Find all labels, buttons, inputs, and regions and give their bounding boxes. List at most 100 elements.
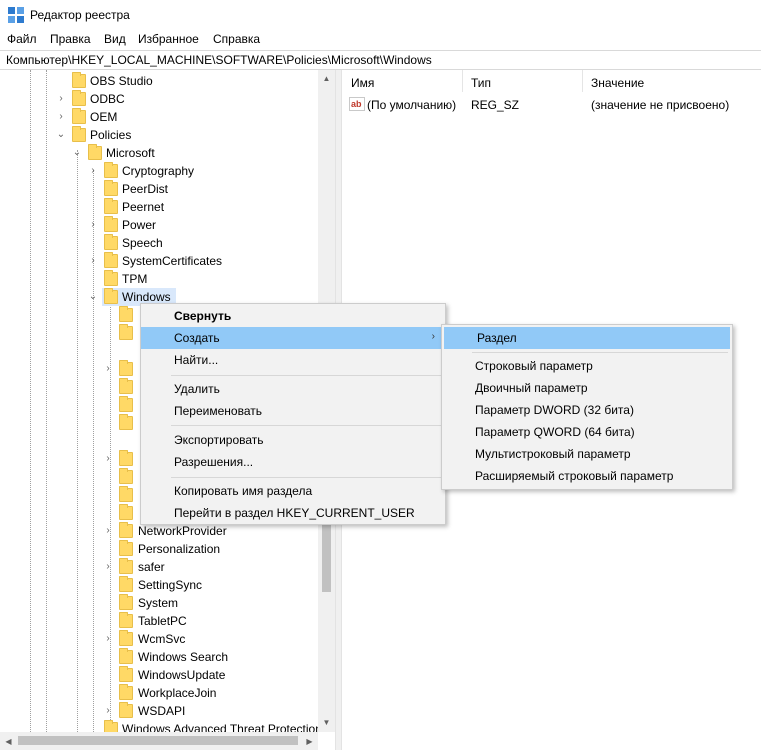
menu-item-collapse[interactable]: Свернуть <box>141 305 445 327</box>
tree-item-windowsupdate[interactable]: WindowsUpdate <box>0 666 318 684</box>
chevron-right-icon[interactable]: › <box>88 216 98 234</box>
folder-icon <box>104 180 118 196</box>
tree-item-label: NetworkProvider <box>138 524 227 538</box>
chevron-right-icon[interactable]: › <box>103 558 113 576</box>
menu-item-find[interactable]: Найти... <box>141 349 445 371</box>
menu-item-delete[interactable]: Удалить <box>141 378 445 400</box>
scroll-right-icon[interactable]: ▶ <box>301 737 318 746</box>
submenu-item-dword-value[interactable]: Параметр DWORD (32 бита) <box>442 399 732 421</box>
submenu-item-multistring-value[interactable]: Мультистроковый параметр <box>442 443 732 465</box>
scroll-down-icon[interactable]: ▼ <box>318 718 335 727</box>
folder-icon <box>119 522 133 538</box>
tree-item-oem[interactable]: › OEM <box>0 108 318 126</box>
menu-item-label: Расширяемый строковый параметр <box>475 469 674 483</box>
submenu-item-key[interactable]: Раздел <box>444 327 730 349</box>
menu-help[interactable]: Справка <box>213 32 260 46</box>
tree-item-settingsync[interactable]: SettingSync <box>0 576 318 594</box>
chevron-right-icon[interactable]: › <box>103 360 113 378</box>
tree-item-label: WorkplaceJoin <box>138 686 217 700</box>
tree-item-personalization[interactable]: Personalization <box>0 540 318 558</box>
tree-item-workplacejoin[interactable]: WorkplaceJoin <box>0 684 318 702</box>
submenu-item-expandable-string-value[interactable]: Расширяемый строковый параметр <box>442 465 732 487</box>
tree-item-windows-atp[interactable]: Windows Advanced Threat Protection <box>0 720 318 732</box>
submenu-item-string-value[interactable]: Строковый параметр <box>442 355 732 377</box>
column-header-data[interactable]: Значение <box>591 76 644 90</box>
menu-view[interactable]: Вид <box>104 32 126 46</box>
menu-file[interactable]: Файл <box>7 32 37 46</box>
tree-item-systemcertificates[interactable]: › SystemCertificates <box>0 252 318 270</box>
tree-item-windows-search[interactable]: Windows Search <box>0 648 318 666</box>
scroll-up-icon[interactable]: ▲ <box>318 74 335 83</box>
menu-item-copy-key-name[interactable]: Копировать имя раздела <box>141 480 445 502</box>
folder-icon <box>119 594 133 610</box>
submenu-item-qword-value[interactable]: Параметр QWORD (64 бита) <box>442 421 732 443</box>
menu-item-goto-hkcu[interactable]: Перейти в раздел HKEY_CURRENT_USER <box>141 502 445 524</box>
folder-icon <box>104 720 118 732</box>
folder-icon <box>119 378 133 394</box>
menu-separator <box>171 477 441 478</box>
column-header-type[interactable]: Тип <box>471 76 491 90</box>
tree-horizontal-scroll-thumb[interactable] <box>18 736 298 745</box>
tree-item-tabletpc[interactable]: TabletPC <box>0 612 318 630</box>
folder-icon <box>72 108 86 124</box>
folder-icon <box>72 72 86 88</box>
tree-item-label: WSDAPI <box>138 704 186 718</box>
menu-item-export[interactable]: Экспортировать <box>141 429 445 451</box>
tree-item-wsdapi[interactable]: › WSDAPI <box>0 702 318 720</box>
menu-item-new[interactable]: Создать › <box>141 327 445 349</box>
menu-item-label: Удалить <box>174 382 220 396</box>
chevron-down-icon[interactable]: ⌄ <box>88 288 98 306</box>
tree-item-label: Windows Search <box>138 650 229 664</box>
column-separator[interactable] <box>582 70 583 92</box>
folder-icon <box>119 612 133 628</box>
submenu-item-binary-value[interactable]: Двоичный параметр <box>442 377 732 399</box>
new-submenu: Раздел Строковый параметр Двоичный парам… <box>441 324 733 490</box>
menu-favorites[interactable]: Избранное <box>138 32 199 46</box>
tree-item-obs-studio[interactable]: OBS Studio <box>0 72 318 90</box>
chevron-down-icon[interactable]: ⌄ <box>56 126 66 144</box>
folder-icon <box>104 198 118 214</box>
menu-item-label: Найти... <box>174 353 219 367</box>
menu-item-permissions[interactable]: Разрешения... <box>141 451 445 473</box>
menu-item-rename[interactable]: Переименовать <box>141 400 445 422</box>
chevron-right-icon[interactable]: › <box>56 90 66 108</box>
tree-item-tpm[interactable]: TPM <box>0 270 318 288</box>
chevron-right-icon[interactable]: › <box>103 450 113 468</box>
tree-item-microsoft[interactable]: ⌄ Microsoft <box>0 144 318 162</box>
tree-item-system[interactable]: System <box>0 594 318 612</box>
chevron-right-icon[interactable]: › <box>88 162 98 180</box>
menu-item-label: Создать <box>174 331 220 345</box>
column-header-name[interactable]: Имя <box>351 76 374 90</box>
tree-item-cryptography[interactable]: › Cryptography <box>0 162 318 180</box>
folder-icon <box>104 234 118 250</box>
tree-item-safer[interactable]: › safer <box>0 558 318 576</box>
tree-item-speech[interactable]: Speech <box>0 234 318 252</box>
tree-item-label: Peernet <box>122 200 165 214</box>
menu-edit[interactable]: Правка <box>50 32 91 46</box>
chevron-right-icon[interactable]: › <box>103 702 113 720</box>
tree-item-peernet[interactable]: Peernet <box>0 198 318 216</box>
folder-icon <box>104 216 118 232</box>
tree-item-wcmsvc[interactable]: › WcmSvc <box>0 630 318 648</box>
tree-item-policies[interactable]: ⌄ Policies <box>0 126 318 144</box>
chevron-right-icon[interactable]: › <box>56 108 66 126</box>
column-separator[interactable] <box>462 70 463 92</box>
folder-icon <box>72 90 86 106</box>
menu-item-label: Раздел <box>477 331 517 345</box>
folder-icon <box>72 126 86 142</box>
tree-item-label: safer <box>138 560 165 574</box>
scroll-left-icon[interactable]: ◀ <box>0 737 17 746</box>
tree-item-odbc[interactable]: › ODBC <box>0 90 318 108</box>
folder-icon <box>119 648 133 664</box>
tree-item-power[interactable]: › Power <box>0 216 318 234</box>
tree-item-label: Speech <box>122 236 163 250</box>
chevron-right-icon[interactable]: › <box>103 522 113 540</box>
chevron-right-icon[interactable]: › <box>88 252 98 270</box>
address-bar[interactable]: Компьютер\HKEY_LOCAL_MACHINE\SOFTWARE\Po… <box>0 50 761 70</box>
address-path[interactable]: Компьютер\HKEY_LOCAL_MACHINE\SOFTWARE\Po… <box>6 53 432 67</box>
chevron-right-icon[interactable]: › <box>103 630 113 648</box>
chevron-down-icon[interactable]: ⌄ <box>72 144 82 162</box>
window-title: Редактор реестра <box>30 8 130 22</box>
tree-item-peerdist[interactable]: PeerDist <box>0 180 318 198</box>
menu-item-label: Копировать имя раздела <box>174 484 313 498</box>
